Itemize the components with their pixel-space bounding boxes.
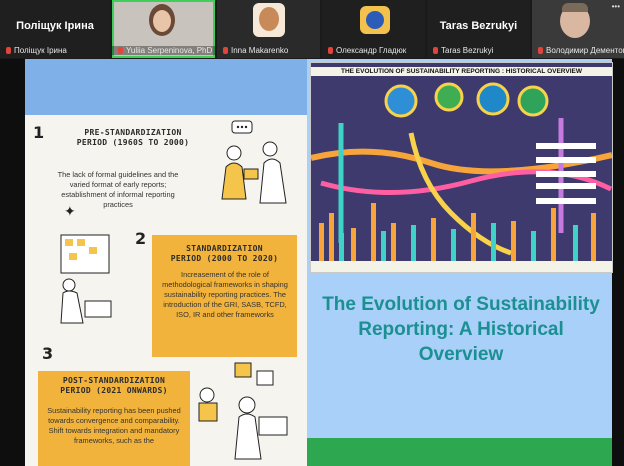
mic-muted-icon (433, 47, 438, 54)
team-remote-work-illustration (198, 362, 288, 460)
participant-name-label: Yuliia Serpeninova, PhD (112, 46, 215, 55)
participant-tile[interactable]: Inna Makarenko (217, 0, 320, 58)
participant-tile[interactable]: Поліщук Ірина Поліщук Ірина (0, 0, 110, 58)
mic-muted-icon (223, 47, 228, 54)
participant-hair (562, 3, 588, 12)
step-title: STANDARDIZATION PERIOD (2000 TO 2020) (170, 244, 279, 263)
participant-face (259, 7, 279, 31)
participant-name-label: Поліщук Ірина (0, 46, 110, 55)
participant-face (153, 10, 171, 32)
mic-muted-icon (328, 47, 333, 54)
participant-display-name: Поліщук Ірина (16, 20, 94, 32)
step-title: PRE-STANDARDIZATION PERIOD (1960S TO 200… (76, 128, 190, 147)
participant-name-label: Inna Makarenko (217, 46, 320, 55)
mic-muted-icon (118, 47, 123, 54)
evolution-infographic: THE EVOLUTION OF SUSTAINABILITY REPORTIN… (310, 62, 613, 273)
step-body: Increasement of the role of methodologic… (162, 270, 288, 319)
step-number: 2 (135, 229, 147, 248)
participant-tile-active-speaker[interactable]: Yuliia Serpeninova, PhD (112, 0, 215, 58)
more-options-icon[interactable]: ••• (612, 2, 620, 11)
infographic-illustration (311, 82, 612, 272)
mic-muted-icon (6, 47, 11, 54)
participant-name-label: Олександр Гладюк (322, 46, 425, 55)
slide-title: The Evolution of Sustainability Reportin… (322, 294, 600, 365)
slide-footer-strip (307, 438, 612, 466)
mic-muted-icon (538, 47, 543, 54)
step-body: Sustainability reporting has been pushed… (47, 406, 181, 445)
step-title: POST-STANDARDIZATION PERIOD (2021 ONWARD… (60, 376, 168, 395)
person-at-board-illustration (60, 234, 112, 324)
participant-strip: Поліщук Ірина Поліщук Ірина Yuliia Serpe… (0, 0, 624, 59)
avatar-emblem-icon (366, 11, 384, 29)
people-discussing-illustration (221, 120, 287, 204)
sparkle-icon: ✦ (64, 203, 76, 219)
shared-screen: 1 PRE-STANDARDIZATION PERIOD (1960S TO 2… (0, 59, 624, 466)
participant-name-label: Володимир Дементов (532, 46, 624, 55)
participant-tile[interactable]: Taras Bezrukyi Taras Bezrukyi (427, 0, 530, 58)
step-number: 1 (33, 123, 45, 142)
participant-display-name: Taras Bezrukyi (439, 20, 518, 32)
participant-tile[interactable]: Володимир Дементов ••• (532, 0, 624, 58)
participant-tile[interactable]: Олександр Гладюк (322, 0, 425, 58)
step-number: 3 (42, 344, 54, 363)
participant-name-label: Taras Bezrukyi (427, 46, 530, 55)
